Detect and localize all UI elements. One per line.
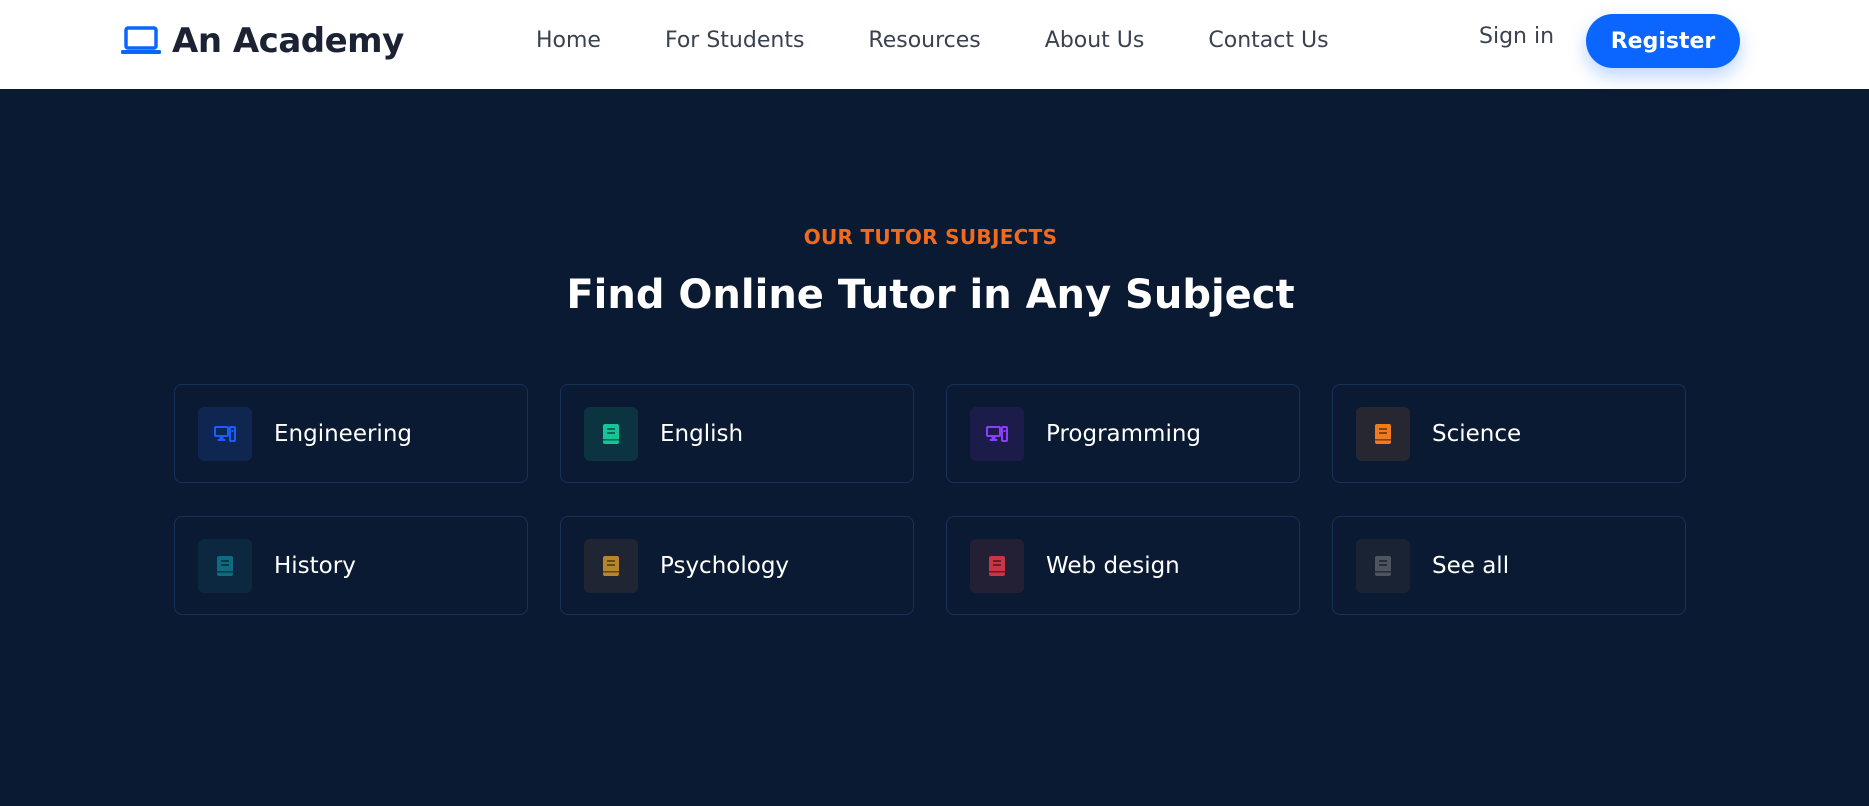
see-all-label: See all <box>1432 552 1510 579</box>
book-icon <box>584 406 638 461</box>
section-eyebrow: OUR TUTOR SUBJECTS <box>803 225 1058 249</box>
see-all-card[interactable]: See all <box>1332 516 1686 615</box>
subject-card-science[interactable]: Science <box>1332 384 1686 483</box>
nav-home[interactable]: Home <box>536 28 601 53</box>
nav-for-students[interactable]: For Students <box>665 28 804 53</box>
nav-resources[interactable]: Resources <box>868 28 980 53</box>
subject-card-english[interactable]: English <box>560 384 914 483</box>
subject-label: Science <box>1432 420 1522 447</box>
subject-label: History <box>274 552 356 579</box>
subject-label: Psychology <box>660 552 790 579</box>
laptop-icon <box>120 26 162 56</box>
book-icon <box>970 538 1024 593</box>
computer-icon <box>198 406 252 461</box>
subject-card-history[interactable]: History <box>174 516 528 615</box>
subject-label: English <box>660 420 744 447</box>
subject-label: Engineering <box>274 420 412 447</box>
book-icon <box>1356 406 1410 461</box>
brand-name: An Academy <box>172 21 404 61</box>
tutor-subjects-section: OUR TUTOR SUBJECTS Find Online Tutor in … <box>0 89 1869 806</box>
nav-about-us[interactable]: About Us <box>1045 28 1145 53</box>
subject-card-programming[interactable]: Programming <box>946 384 1300 483</box>
subject-card-engineering[interactable]: Engineering <box>174 384 528 483</box>
subject-label: Web design <box>1046 552 1180 579</box>
brand-logo-link[interactable]: An Academy <box>120 20 404 62</box>
register-button[interactable]: Register <box>1586 14 1740 68</box>
subject-label: Programming <box>1046 420 1202 447</box>
top-navbar: An Academy Home For Students Resources A… <box>0 0 1869 89</box>
section-title: Find Online Tutor in Any Subject <box>566 272 1295 318</box>
book-icon <box>584 538 638 593</box>
sign-in-link[interactable]: Sign in <box>1479 24 1554 49</box>
subject-grid: Engineering English Programming Science … <box>174 384 1688 615</box>
main-nav: Home For Students Resources About Us Con… <box>536 24 1329 56</box>
book-icon <box>1356 538 1410 593</box>
computer-icon <box>970 406 1024 461</box>
subject-card-psychology[interactable]: Psychology <box>560 516 914 615</box>
subject-card-web-design[interactable]: Web design <box>946 516 1300 615</box>
book-icon <box>198 538 252 593</box>
nav-contact-us[interactable]: Contact Us <box>1208 28 1328 53</box>
